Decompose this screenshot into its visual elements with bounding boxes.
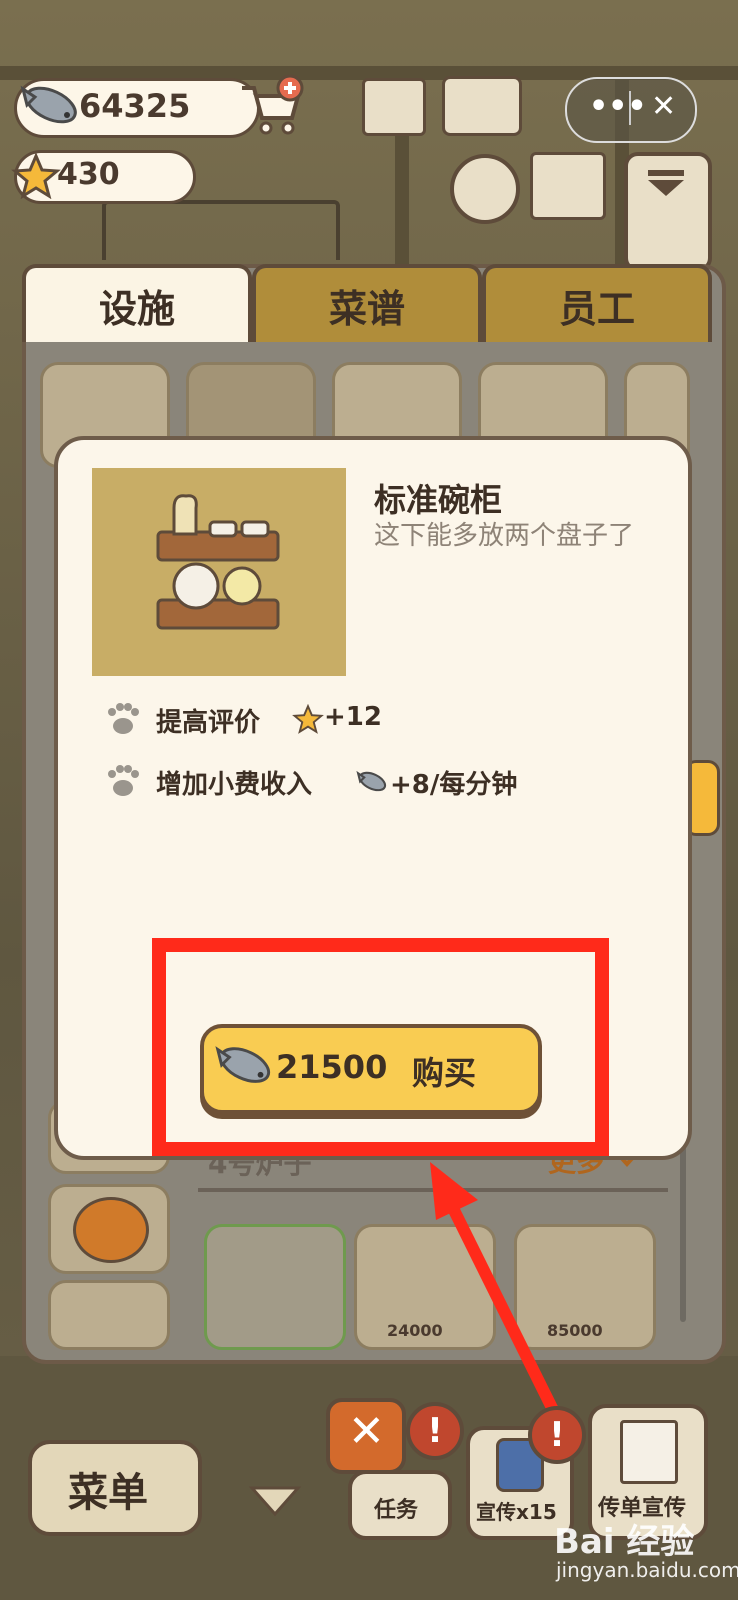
flyer-icon <box>620 1420 678 1484</box>
mini-program-capsule: ••• ✕ <box>565 77 697 143</box>
map-icon[interactable] <box>530 152 606 220</box>
tasks-label: 任务 <box>374 1498 419 1523</box>
menu-button[interactable]: 菜单 <box>28 1440 202 1536</box>
stat-value: +8/每分钟 <box>390 770 518 800</box>
ranking-button[interactable] <box>624 152 712 272</box>
menu-label: 菜单 <box>68 1470 148 1516</box>
stove-item-owned[interactable] <box>204 1224 346 1350</box>
tab-facilities[interactable]: 设施 <box>22 264 252 342</box>
fish-icon <box>20 85 77 124</box>
dropdown-arrow-icon <box>648 170 684 196</box>
item-description: 这下能多放两个盘子了 <box>374 521 635 551</box>
item-name: 标准碗柜 <box>374 481 503 519</box>
side-item-slot[interactable] <box>48 1184 170 1274</box>
wall-frame <box>102 200 340 260</box>
close-icon: ✕ <box>348 1406 385 1457</box>
newspaper-icon[interactable] <box>362 78 426 136</box>
promo-label: 宣传x15 <box>476 1500 557 1524</box>
tab-staff[interactable]: 员工 <box>482 264 712 342</box>
stat-label: 增加小费收入 <box>156 770 313 800</box>
tasks-button[interactable]: 任务 <box>348 1470 452 1540</box>
watermark-brand: Bai 经验 <box>554 1522 695 1562</box>
star-count: 430 <box>57 157 120 192</box>
paw-icon <box>108 703 139 734</box>
alert-badge-icon: ! <box>528 1406 586 1464</box>
more-options-icon[interactable]: ••• <box>589 89 647 124</box>
shop-cart-icon[interactable] <box>236 74 308 138</box>
paw-icon <box>108 765 139 796</box>
fish-count: 64325 <box>79 87 191 125</box>
settings-gear-icon[interactable] <box>450 154 520 224</box>
capsule-divider <box>629 91 631 125</box>
item-image <box>92 468 346 676</box>
star-currency-pill: 430 <box>11 150 196 204</box>
side-item-slot[interactable] <box>48 1280 170 1350</box>
collapse-arrow-icon[interactable] <box>248 1484 302 1518</box>
close-dialog-button[interactable]: ✕ <box>326 1398 406 1474</box>
red-arrow-annotation <box>430 1162 564 1423</box>
stat-value: +12 <box>324 702 382 732</box>
stat-label: 提高评价 <box>156 708 261 738</box>
fish-icon <box>356 770 387 792</box>
star-icon <box>292 704 324 734</box>
close-icon[interactable]: ✕ <box>651 89 676 124</box>
fish-currency-pill: 64325 <box>14 78 260 138</box>
alert-badge-icon: ! <box>406 1402 464 1460</box>
highlight-box <box>152 938 609 1156</box>
watermark-url: jingyan.baidu.com <box>556 1558 738 1582</box>
tab-recipes[interactable]: 菜谱 <box>252 264 482 342</box>
star-icon <box>11 153 61 199</box>
cupboard-illustration <box>156 494 280 630</box>
pumpkin-icon <box>73 1197 149 1263</box>
catbook-icon[interactable] <box>442 76 522 136</box>
